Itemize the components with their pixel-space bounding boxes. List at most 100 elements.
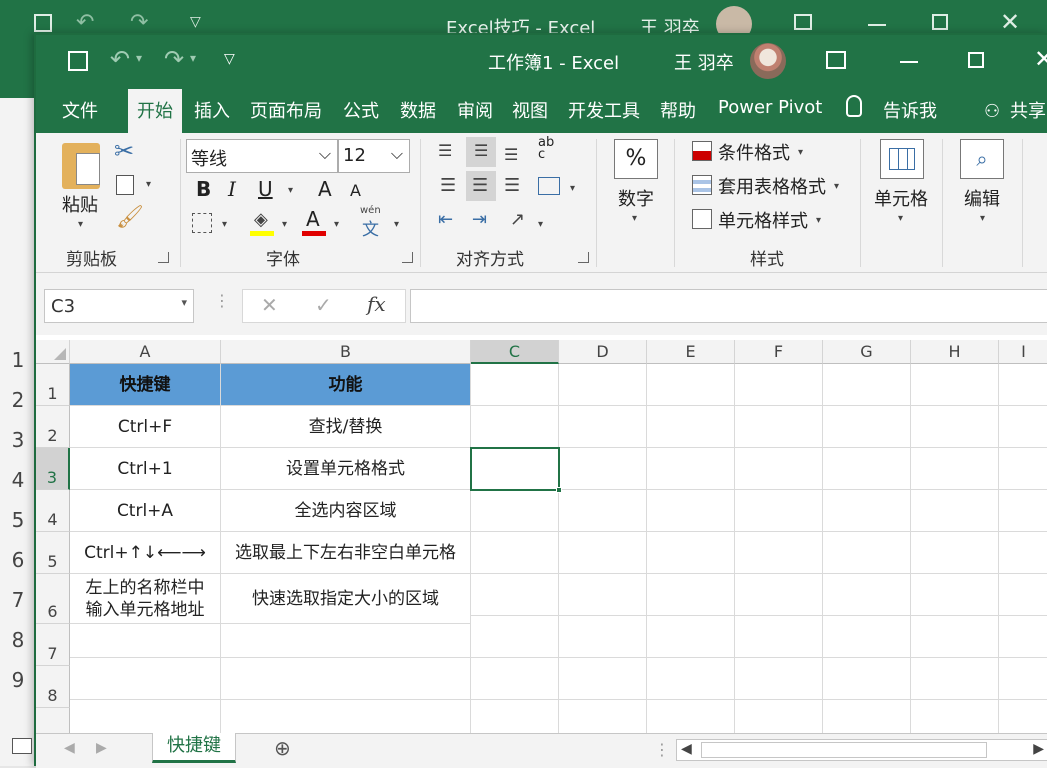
column-header-i[interactable]: I [999, 340, 1047, 364]
underline-button[interactable]: U [258, 177, 273, 201]
tab-splitter[interactable]: ⋮ [654, 740, 670, 759]
tab-home[interactable]: 开始 [128, 89, 182, 133]
save-icon[interactable] [34, 14, 52, 32]
insert-function-button[interactable]: fx [367, 292, 386, 316]
orientation-dropdown-icon[interactable]: ▾ [538, 219, 543, 230]
wrap-text-button[interactable]: ab c [538, 136, 558, 161]
column-header-b[interactable]: B [221, 340, 471, 364]
scroll-sheets-right-icon[interactable]: ▶ [96, 740, 107, 756]
font-name-combo[interactable]: 等线 ⌵ [186, 139, 338, 173]
merge-dropdown-icon[interactable]: ▾ [570, 183, 575, 194]
chevron-down-icon[interactable]: ⌵ [319, 144, 331, 164]
merge-center-icon[interactable] [538, 177, 560, 195]
cells-button-label[interactable]: 单元格 [874, 185, 928, 211]
cell-b3[interactable]: 设置单元格格式 [221, 448, 471, 490]
cell-b1[interactable]: 功能 [221, 364, 471, 406]
row-header-8[interactable]: 8 [36, 666, 70, 708]
font-color-dropdown-icon[interactable]: ▾ [334, 219, 339, 230]
cell-b4[interactable]: 全选内容区域 [221, 490, 471, 532]
fill-color-dropdown-icon[interactable]: ▾ [282, 219, 287, 230]
minimize-icon[interactable] [900, 61, 918, 63]
format-painter-icon[interactable]: 🖌 [116, 205, 144, 230]
cell-b5[interactable]: 选取最上下左右非空白单元格 [221, 532, 471, 574]
clipboard-launcher-icon[interactable] [158, 252, 169, 263]
redo-icon[interactable]: ↷ [130, 10, 148, 35]
increase-indent-icon[interactable]: ⇥ [472, 209, 487, 230]
scrollbar-thumb[interactable] [701, 742, 987, 758]
column-header-f[interactable]: F [735, 340, 823, 364]
formula-bar-splitter[interactable]: ⋮ [214, 291, 230, 310]
tab-developer[interactable]: 开发工具 [568, 97, 640, 123]
share-person-icon[interactable]: ⚇ [984, 101, 1000, 122]
undo-icon[interactable]: ↶ [110, 45, 130, 73]
user-avatar[interactable] [750, 43, 786, 79]
phonetic-dropdown-icon[interactable]: ▾ [394, 219, 399, 230]
number-format-icon[interactable]: % [614, 139, 658, 179]
row-header-9[interactable] [36, 708, 70, 735]
format-as-table-dropdown-icon[interactable]: ▾ [834, 181, 839, 192]
tab-page-layout[interactable]: 页面布局 [250, 97, 322, 123]
cell-b2[interactable]: 查找/替换 [221, 406, 471, 448]
phonetic-guide-button[interactable]: 文 [362, 215, 379, 240]
conditional-dropdown-icon[interactable]: ▾ [798, 147, 803, 158]
cell-styles-dropdown-icon[interactable]: ▾ [816, 215, 821, 226]
decrease-font-size-button[interactable]: A [350, 181, 361, 200]
name-box-dropdown-icon[interactable]: ▾ [181, 296, 187, 309]
row-header-1[interactable]: 1 [36, 364, 70, 406]
tab-help[interactable]: 帮助 [660, 97, 696, 123]
worksheet-grid[interactable]: A B C D E F G H I 1 2 3 4 5 6 7 8 快捷键 功能… [36, 340, 1047, 735]
underline-dropdown-icon[interactable]: ▾ [288, 185, 293, 196]
cancel-icon[interactable]: ✕ [261, 293, 278, 317]
paste-dropdown-icon[interactable]: ▾ [78, 219, 83, 230]
tab-view[interactable]: 视图 [512, 97, 548, 123]
cut-icon[interactable]: ✂ [114, 137, 134, 165]
undo-icon[interactable]: ↶ [76, 10, 94, 35]
cell-b6[interactable]: 快速选取指定大小的区域 [221, 574, 471, 624]
scroll-right-icon[interactable]: ▶ [1033, 741, 1044, 757]
tab-power-pivot[interactable]: Power Pivot [718, 97, 822, 118]
column-header-e[interactable]: E [647, 340, 735, 364]
customize-quick-access-icon[interactable]: ▽ [224, 51, 235, 67]
cell-a1[interactable]: 快捷键 [70, 364, 221, 406]
copy-dropdown-icon[interactable]: ▾ [146, 179, 151, 190]
horizontal-scrollbar[interactable]: ◀ ▶ [676, 739, 1047, 761]
format-as-table-button[interactable]: 套用表格格式 [718, 173, 826, 199]
ribbon-display-icon[interactable] [794, 14, 812, 30]
font-launcher-icon[interactable] [402, 252, 413, 263]
fill-color-icon[interactable]: ◈ [254, 209, 268, 230]
cells-icon[interactable] [880, 139, 924, 179]
scroll-left-icon[interactable]: ◀ [681, 741, 692, 757]
copy-icon[interactable] [116, 175, 134, 195]
tell-me-search[interactable]: 告诉我 [883, 97, 937, 123]
editing-button-label[interactable]: 编辑 [964, 185, 1000, 211]
formula-input[interactable] [410, 289, 1047, 323]
row-header-3[interactable]: 3 [36, 448, 70, 490]
maximize-icon[interactable] [968, 52, 984, 68]
number-dropdown-icon[interactable]: ▾ [632, 213, 637, 224]
search-icon[interactable]: ⌕ [960, 139, 1004, 179]
bottom-align-icon[interactable]: ☰ [504, 145, 518, 164]
cell-a6[interactable]: 左上的名称栏中 输入单元格地址 [70, 574, 221, 624]
redo-dropdown-icon[interactable]: ▾ [190, 51, 196, 65]
column-header-h[interactable]: H [911, 340, 999, 364]
cell-a2[interactable]: Ctrl+F [70, 406, 221, 448]
undo-dropdown-icon[interactable]: ▾ [136, 51, 142, 65]
borders-icon[interactable] [192, 213, 212, 233]
selected-cell-c3[interactable] [470, 447, 562, 493]
row-header-4[interactable]: 4 [36, 490, 70, 532]
tab-review[interactable]: 审阅 [457, 97, 493, 123]
quick-access-dropdown-icon[interactable]: ▽ [190, 14, 201, 30]
column-header-d[interactable]: D [559, 340, 647, 364]
row-header-2[interactable]: 2 [36, 406, 70, 448]
row-header-6[interactable]: 6 [36, 574, 70, 624]
user-name[interactable]: 王 羽卒 [674, 49, 734, 75]
close-icon[interactable]: ✕ [1000, 8, 1020, 36]
sheet-tab-shortcuts[interactable]: 快捷键 [152, 733, 236, 763]
row-header-7[interactable]: 7 [36, 624, 70, 666]
row-header-5[interactable]: 5 [36, 532, 70, 574]
column-header-c[interactable]: C [471, 340, 559, 364]
save-icon[interactable] [68, 51, 88, 71]
alignment-launcher-icon[interactable] [578, 252, 589, 263]
tab-file[interactable]: 文件 [62, 97, 98, 123]
paste-icon[interactable] [62, 143, 100, 189]
